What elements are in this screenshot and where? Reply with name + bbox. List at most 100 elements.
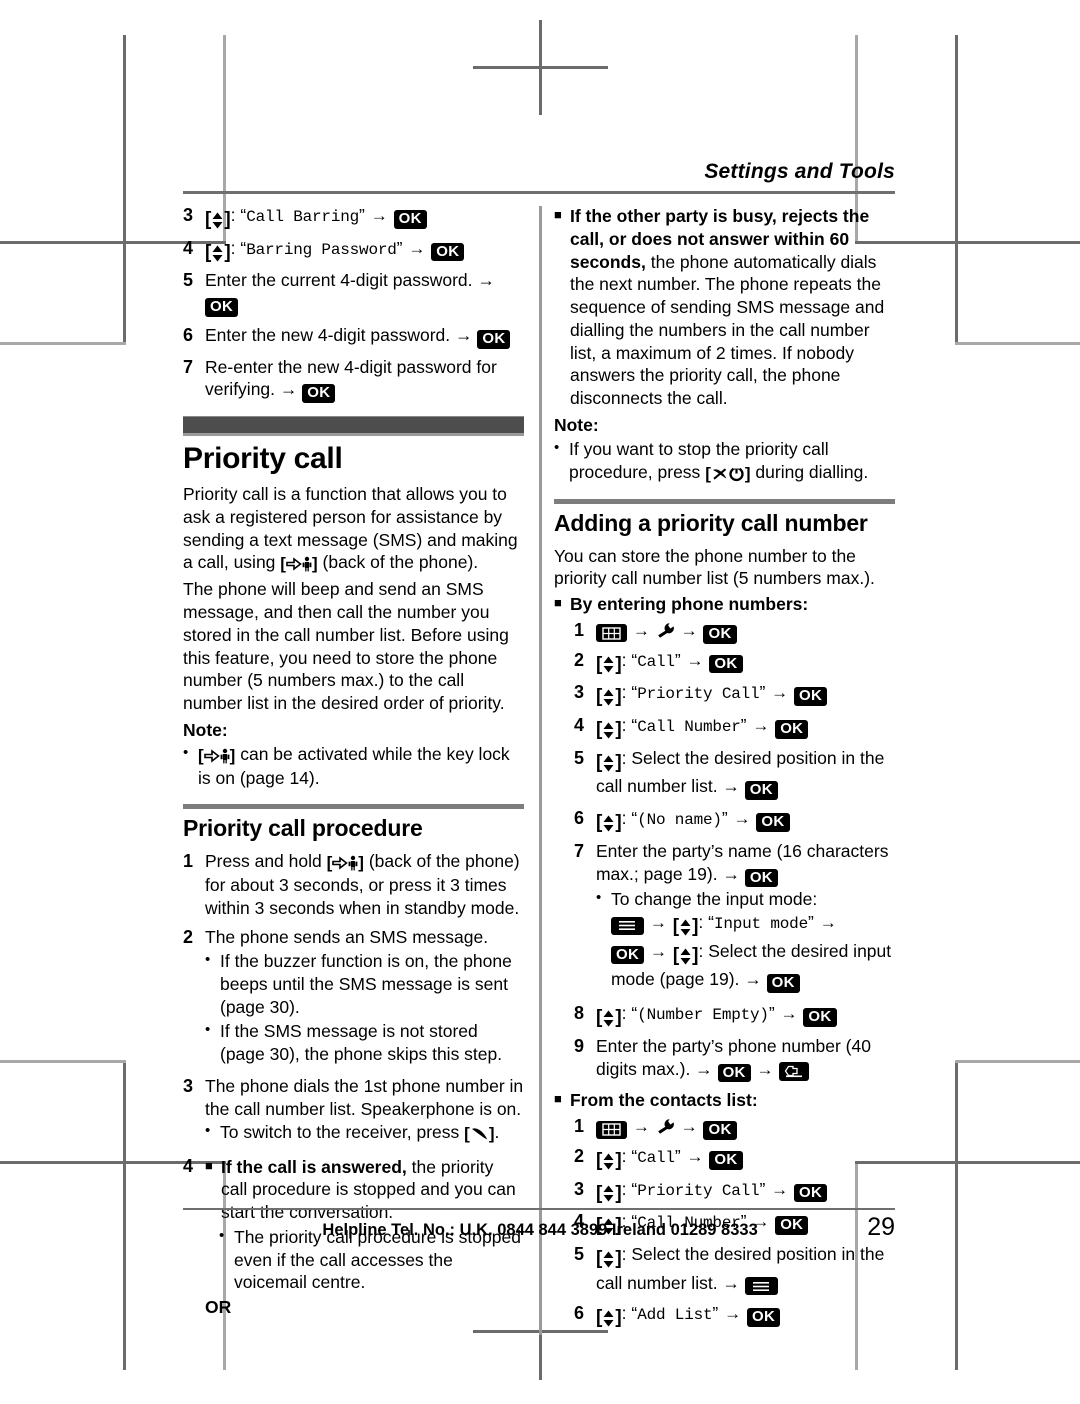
note-bullet-tail: can be activated while the key lock is o… (198, 743, 510, 789)
menu-item-label: Priority Call (637, 685, 760, 704)
by-entering-heading: ■ By entering phone numbers: (554, 593, 895, 616)
nav-arrows-icon (680, 919, 691, 936)
step-body: []: “Add List” → OK (596, 1302, 895, 1331)
step-number: 4 (183, 237, 194, 258)
step-number: 6 (183, 324, 194, 345)
ok-key-badge[interactable]: OK (610, 945, 645, 965)
priority-call-intro-2: The phone will beep and send an SMS mess… (183, 579, 509, 714)
step-number: 5 (573, 747, 584, 768)
step-number: 1 (573, 1116, 584, 1137)
step-number: 7 (183, 356, 194, 377)
crop-line (123, 1060, 126, 1370)
menu-grid-key-icon[interactable] (595, 1120, 627, 1139)
page-footer: Helpline Tel. No.: U.K. 0844 844 3899 Ir… (183, 1208, 895, 1242)
step-body: Enter the new 4-digit password. → OK (205, 324, 524, 349)
section-bar-rule (183, 433, 525, 437)
step-body: Enter the party’s name (16 characters ma… (596, 840, 895, 995)
step-body: []: “Barring Password” → OK (205, 237, 524, 266)
end-call-power-icon (712, 465, 744, 481)
entering-steps: 1 → → OK 2 []: “Call” → OK 3 []: “Prio… (574, 619, 895, 1083)
ok-key-badge[interactable]: OK (703, 624, 737, 644)
step-body: Enter the current 4-digit password. → OK (205, 269, 524, 317)
menu-item-label: (No name) (637, 811, 722, 830)
bullet-icon: • (183, 743, 189, 761)
menu-item-label: Barring Password (246, 240, 397, 259)
ok-key-badge[interactable]: OK (794, 1183, 828, 1203)
ok-key-badge[interactable]: OK (744, 781, 778, 801)
ok-key-badge[interactable]: OK (717, 1063, 751, 1083)
ok-key-badge[interactable]: OK (302, 384, 336, 404)
arrow-icon: → (780, 1004, 798, 1024)
nav-arrows-icon (603, 815, 614, 832)
step-body: → → OK (595, 1115, 895, 1141)
nav-updown-key-icon: [] (595, 1307, 622, 1329)
ok-key-badge[interactable]: OK (803, 1008, 837, 1027)
emphasis-text: If the call is answered, (221, 1156, 407, 1177)
ok-key-badge[interactable]: OK (775, 719, 809, 739)
ok-key-badge[interactable]: OK (703, 1121, 737, 1140)
bullet-text: To switch to the receiver, press []. (220, 1121, 524, 1145)
nav-updown-key-icon: [] (595, 1182, 622, 1204)
sos-person-key-icon: [] (280, 554, 318, 574)
nav-arrows-icon (603, 1185, 614, 1202)
entering-step-6: 6 []: “(No name)” → OK (574, 807, 895, 836)
menu-item-label: (Number Empty) (637, 1006, 769, 1025)
note-label: Note: (553, 414, 599, 435)
proc2-bullet-2: • If the SMS message is not stored (page… (205, 1020, 524, 1066)
step-7: 7 Re-enter the new 4-digit password for … (183, 356, 524, 404)
crop-line (539, 20, 542, 115)
step-number: 1 (183, 850, 194, 871)
bullet-text-lead: To switch to the receiver, press (220, 1122, 460, 1143)
menu-item-label: Priority Call (637, 1181, 760, 1200)
ok-key-badge[interactable]: OK (744, 868, 778, 888)
procedure-steps: 1 Press and hold [] (back of the phone) … (183, 850, 524, 1319)
priority-call-intro-1: Priority call is a function that allows … (183, 483, 524, 575)
step-number: 6 (573, 1303, 584, 1324)
step-text: The phone dials the 1st phone number in … (205, 1075, 524, 1119)
note-bullet-text: [] can be activated while the key lock i… (198, 743, 524, 790)
arrow-icon: → (680, 1117, 698, 1137)
ok-key-badge[interactable]: OK (709, 654, 743, 674)
crop-line (123, 35, 126, 345)
bullet-text: To change the input mode: → []: “Input m… (610, 888, 895, 994)
bullet-lead: To change the input mode: (610, 889, 818, 910)
step-body: []: “Call” → OK (596, 649, 895, 678)
settings-wrench-key-icon[interactable] (656, 1118, 675, 1141)
nav-updown-key-icon: [] (672, 916, 699, 938)
arrow-icon: → (408, 238, 426, 258)
ok-key-badge[interactable]: OK (205, 298, 239, 317)
nav-arrows-icon (603, 1153, 614, 1170)
return-glyph-icon (785, 1065, 803, 1077)
nav-arrows-icon (603, 1010, 614, 1027)
header-rule (183, 191, 895, 194)
ok-key-badge[interactable]: OK (709, 1150, 743, 1170)
menu-grid-key-icon[interactable] (595, 624, 627, 643)
ok-key-badge[interactable]: OK (477, 329, 511, 349)
ok-key-badge[interactable]: OK (756, 813, 790, 832)
soft-menu-key-icon[interactable] (744, 1277, 778, 1296)
crop-line (0, 342, 126, 345)
arrow-icon: → (771, 683, 789, 703)
step-body: []: “Call Barring” → OK (205, 204, 524, 233)
entering-step-5: 5 []: Select the desired position in the… (573, 747, 895, 801)
note-bullet: • [] can be activated while the key lock… (183, 743, 524, 790)
proc-step-2: 2 The phone sends an SMS message. • If t… (183, 926, 524, 1068)
ok-key-badge[interactable]: OK (747, 1308, 781, 1327)
nav-updown-key-icon: [] (205, 209, 231, 230)
hamburger-glyph-icon (753, 1281, 770, 1291)
step-body: []: “Call” → OK (596, 1145, 895, 1174)
soft-menu-key-icon[interactable] (610, 916, 644, 935)
nav-updown-key-icon: [] (595, 751, 622, 773)
arrow-icon: → (680, 620, 698, 640)
nav-arrows-icon (212, 245, 223, 262)
ok-key-badge[interactable]: OK (766, 974, 800, 994)
step-body: []: “Priority Call” → OK (596, 681, 895, 710)
settings-wrench-key-icon[interactable] (656, 622, 675, 645)
ok-key-badge[interactable]: OK (431, 242, 465, 262)
arrow-icon: → (686, 1146, 704, 1166)
back-return-key-icon[interactable] (779, 1062, 810, 1082)
ok-key-badge[interactable]: OK (393, 210, 427, 229)
ok-key-badge[interactable]: OK (794, 687, 828, 707)
bullet-text: If the buzzer function is on, the phone … (220, 951, 512, 1017)
heading-text: By entering phone numbers: (569, 594, 809, 615)
